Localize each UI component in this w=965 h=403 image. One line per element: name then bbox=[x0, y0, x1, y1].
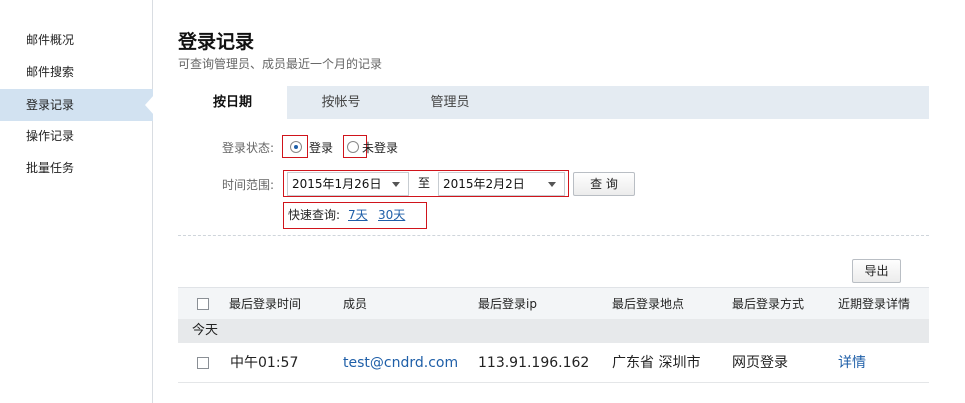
query-button[interactable]: 查 询 bbox=[573, 172, 635, 196]
sidebar-item-batch-tasks[interactable]: 批量任务 bbox=[0, 152, 153, 184]
range-label: 时间范围: bbox=[222, 178, 275, 192]
radio-login-label: 登录 bbox=[309, 141, 334, 155]
quick-link-7-days[interactable]: 7天 bbox=[348, 206, 368, 223]
status-label: 登录状态: bbox=[222, 141, 275, 155]
tab-by-date[interactable]: 按日期 bbox=[178, 86, 287, 119]
sidebar-item-login-records[interactable]: 登录记录 bbox=[0, 89, 153, 121]
table-row: 中午01:57 test@cndrd.com 113.91.196.162 广东… bbox=[178, 343, 929, 383]
radio-not-login[interactable] bbox=[347, 141, 359, 153]
page-subtitle: 可查询管理员、成员最近一个月的记录 bbox=[178, 57, 383, 71]
tab-bar: 按日期 按帐号 管理员 bbox=[178, 86, 929, 119]
column-header-member: 成员 bbox=[343, 297, 368, 311]
active-indicator-arrow bbox=[145, 95, 154, 115]
cell-last-login-ip: 113.91.196.162 bbox=[478, 355, 590, 371]
quick-link-30-days[interactable]: 30天 bbox=[378, 206, 405, 223]
row-checkbox[interactable] bbox=[197, 357, 209, 369]
sidebar-item-mail-search[interactable]: 邮件搜索 bbox=[0, 56, 153, 88]
cell-last-login-location: 广东省 深圳市 bbox=[612, 355, 701, 371]
column-header-last-login-time: 最后登录时间 bbox=[229, 297, 302, 311]
select-all-checkbox[interactable] bbox=[197, 298, 209, 310]
sidebar-item-operation-records[interactable]: 操作记录 bbox=[0, 120, 153, 152]
radio-not-login-label: 未登录 bbox=[362, 141, 399, 155]
tab-by-account[interactable]: 按帐号 bbox=[287, 86, 395, 119]
column-header-last-login-method: 最后登录方式 bbox=[732, 297, 805, 311]
table-header: 最后登录时间 成员 最后登录ip 最后登录地点 最后登录方式 近期登录详情 bbox=[178, 287, 929, 319]
group-row-today: 今天 bbox=[178, 319, 929, 343]
to-label: 至 bbox=[417, 176, 430, 190]
column-header-last-login-location: 最后登录地点 bbox=[612, 297, 685, 311]
cell-member-email[interactable]: test@cndrd.com bbox=[343, 343, 458, 383]
date-from-value: 2015年1月26日 bbox=[292, 177, 382, 191]
date-from-select[interactable]: 2015年1月26日 bbox=[287, 172, 409, 196]
cell-last-login-time: 中午01:57 bbox=[230, 355, 299, 371]
tab-admin[interactable]: 管理员 bbox=[395, 86, 505, 119]
detail-link[interactable]: 详情 bbox=[838, 343, 866, 383]
column-header-last-login-ip: 最后登录ip bbox=[478, 297, 537, 311]
date-to-value: 2015年2月2日 bbox=[443, 177, 525, 191]
chevron-down-icon bbox=[392, 182, 400, 187]
quick-query-label: 快速查询: bbox=[288, 208, 341, 222]
cell-last-login-method: 网页登录 bbox=[732, 355, 788, 371]
export-button[interactable]: 导出 bbox=[852, 259, 901, 283]
group-label: 今天 bbox=[192, 323, 219, 338]
date-to-select[interactable]: 2015年2月2日 bbox=[438, 172, 565, 196]
chevron-down-icon bbox=[548, 182, 556, 187]
radio-login[interactable] bbox=[290, 141, 302, 153]
column-header-recent-login-details: 近期登录详情 bbox=[838, 297, 911, 311]
page-title: 登录记录 bbox=[178, 31, 255, 53]
sidebar-item-mail-overview[interactable]: 邮件概况 bbox=[0, 24, 153, 56]
sidebar: 邮件概况 邮件搜索 登录记录 操作记录 批量任务 bbox=[0, 0, 154, 403]
